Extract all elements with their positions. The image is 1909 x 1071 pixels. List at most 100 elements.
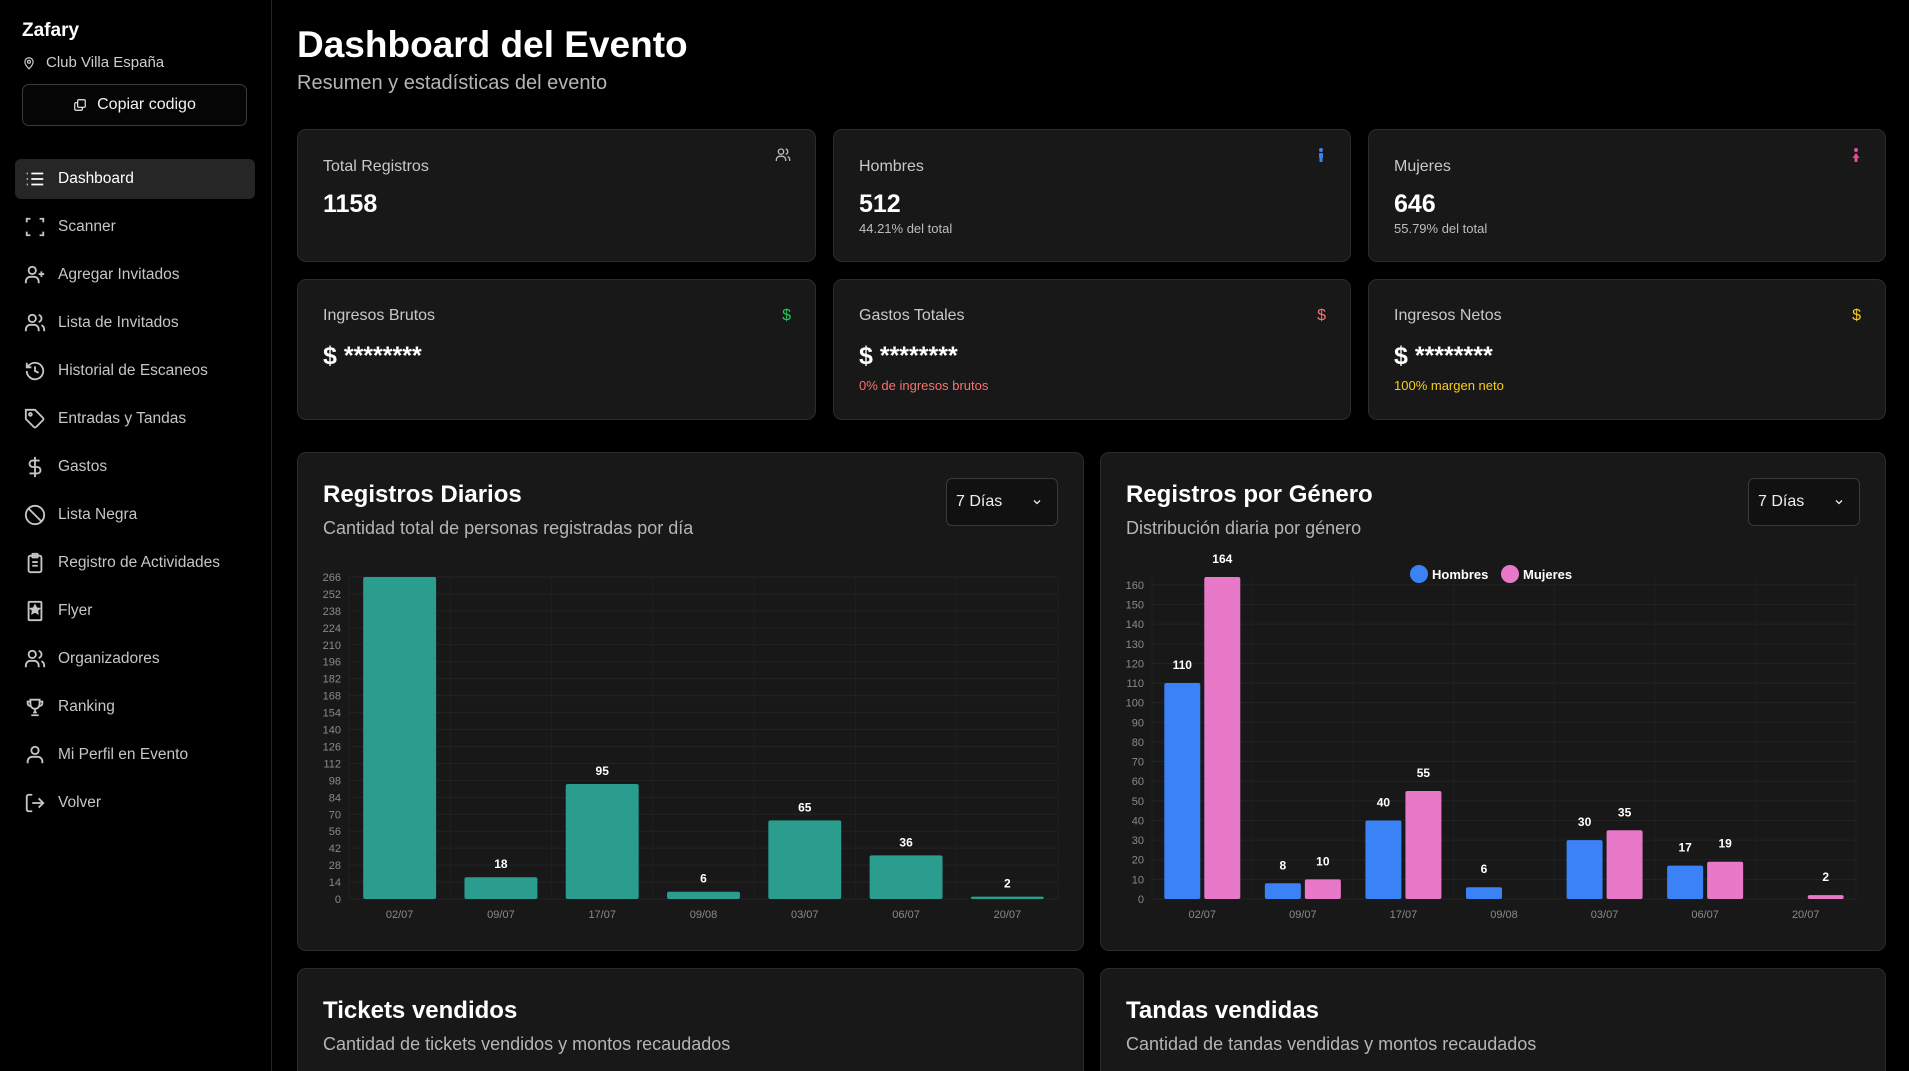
page-title: Dashboard del Evento xyxy=(297,24,688,65)
sidebar-item-mi-perfil[interactable]: Mi Perfil en Evento xyxy=(15,735,255,775)
sidebar-item-label: Lista de Invitados xyxy=(58,314,179,331)
y-tick-label: 84 xyxy=(329,792,341,804)
data-label: 8 xyxy=(1280,858,1287,872)
bar xyxy=(1304,879,1341,899)
x-tick-label: 20/07 xyxy=(1792,909,1820,921)
chevron-down-icon xyxy=(1835,500,1843,505)
panel-title: Registros Diarios xyxy=(323,481,522,508)
x-tick-label: 09/08 xyxy=(1490,909,1518,921)
legend-swatch xyxy=(1410,565,1428,583)
stat-percentage: 0% de ingresos brutos xyxy=(859,378,989,393)
select-value: 7 Días xyxy=(956,493,1003,510)
stat-value: $ ******** xyxy=(1394,342,1493,370)
list-icon xyxy=(26,172,44,186)
y-tick-label: 110 xyxy=(1126,678,1144,690)
data-label: 6 xyxy=(1481,862,1488,876)
sidebar-item-label: Historial de Escaneos xyxy=(58,362,208,379)
sidebar-item-historial[interactable]: Historial de Escaneos xyxy=(15,351,255,391)
sidebar-item-label: Registro de Actividades xyxy=(58,554,220,571)
stat-label: Mujeres xyxy=(1394,158,1451,175)
sidebar-item-entradas-tandas[interactable]: Entradas y Tandas xyxy=(15,399,255,439)
stat-card-ingresos-netos: Ingresos Netos $ ******** 100% margen ne… xyxy=(1368,279,1886,420)
stat-value: 512 xyxy=(859,190,901,218)
y-tick-label: 90 xyxy=(1132,717,1144,729)
data-label: 95 xyxy=(596,764,610,778)
data-label: 36 xyxy=(899,835,913,849)
sidebar-item-flyer[interactable]: Flyer xyxy=(15,591,255,631)
y-tick-label: 100 xyxy=(1126,698,1144,710)
bar xyxy=(1807,895,1844,899)
stat-card-gastos: Gastos Totales $ ******** 0% de ingresos… xyxy=(833,279,1351,420)
sidebar-item-organizadores[interactable]: Organizadores xyxy=(15,639,255,679)
sidebar-item-label: Volver xyxy=(58,794,102,811)
data-label: 2 xyxy=(1822,870,1829,884)
days-range-select[interactable]: 7 Días xyxy=(946,478,1058,526)
data-label: 18 xyxy=(494,857,508,871)
bar xyxy=(1566,840,1603,899)
data-label: 6 xyxy=(700,872,707,886)
stat-percentage: 44.21% del total xyxy=(859,221,953,236)
y-tick-label: 42 xyxy=(329,843,341,855)
bar xyxy=(1164,683,1201,899)
bar xyxy=(869,855,943,899)
x-tick-label: 09/07 xyxy=(1289,909,1317,921)
female-icon xyxy=(1852,148,1860,162)
y-tick-label: 0 xyxy=(1138,894,1144,906)
y-tick-label: 160 xyxy=(1126,580,1144,592)
stat-label: Ingresos Brutos xyxy=(323,307,436,324)
history-icon xyxy=(25,361,45,381)
sidebar: Zafary Club Villa España Copiar codigo D… xyxy=(0,0,272,1071)
y-tick-label: 126 xyxy=(323,741,341,753)
dollar-icon xyxy=(28,456,42,478)
sidebar-item-agregar-invitados[interactable]: Agregar Invitados xyxy=(15,255,255,295)
panel-title: Tandas vendidas xyxy=(1126,997,1319,1024)
sidebar-item-scanner[interactable]: Scanner xyxy=(15,207,255,247)
sidebar-item-ranking[interactable]: Ranking xyxy=(15,687,255,727)
location-label: Club Villa España xyxy=(46,54,165,71)
gender-registrations-panel: Registros por Género Distribución diaria… xyxy=(1100,452,1886,951)
y-tick-label: 40 xyxy=(1132,815,1144,827)
days-range-select[interactable]: 7 Días xyxy=(1748,478,1860,526)
panel-subtitle: Cantidad de tickets vendidos y montos re… xyxy=(323,1034,731,1054)
sidebar-item-lista-invitados[interactable]: Lista de Invitados xyxy=(15,303,255,343)
sidebar-item-lista-negra[interactable]: Lista Negra xyxy=(15,495,255,535)
sidebar-item-label: Agregar Invitados xyxy=(58,266,180,283)
y-tick-label: 70 xyxy=(1132,757,1144,769)
y-tick-label: 20 xyxy=(1132,855,1144,867)
sidebar-item-label: Entradas y Tandas xyxy=(58,410,187,427)
sidebar-item-label: Lista Negra xyxy=(58,506,138,523)
y-tick-label: 238 xyxy=(323,606,341,618)
data-label: 65 xyxy=(798,800,812,814)
event-location: Club Villa España xyxy=(22,54,164,71)
x-tick-label: 09/07 xyxy=(487,909,515,921)
daily-registrations-panel: Registros Diarios Cantidad total de pers… xyxy=(297,452,1084,951)
male-icon xyxy=(1319,148,1323,162)
sidebar-item-registro-actividades[interactable]: Registro de Actividades xyxy=(15,543,255,583)
sidebar-item-volver[interactable]: Volver xyxy=(15,783,255,823)
sidebar-item-dashboard[interactable]: Dashboard xyxy=(15,159,255,199)
stat-value: $ ******** xyxy=(323,342,422,370)
stat-percentage: 55.79% del total xyxy=(1394,221,1488,236)
y-tick-label: 196 xyxy=(323,657,341,669)
x-tick-label: 06/07 xyxy=(1691,909,1719,921)
panel-title: Tickets vendidos xyxy=(323,997,518,1024)
x-tick-label: 03/07 xyxy=(1591,909,1619,921)
y-tick-label: 112 xyxy=(323,758,341,770)
data-label: 2 xyxy=(1004,877,1011,891)
chevron-down-icon xyxy=(1033,500,1041,505)
sidebar-item-label: Ranking xyxy=(58,698,115,715)
copy-code-button[interactable]: Copiar codigo xyxy=(22,84,247,126)
tickets-sold-panel: Tickets vendidos Cantidad de tickets ven… xyxy=(297,968,1084,1071)
page-subtitle: Resumen y estadísticas del evento xyxy=(297,72,608,94)
legend-label: Mujeres xyxy=(1523,567,1572,582)
y-tick-label: 10 xyxy=(1132,874,1144,886)
y-tick-label: 150 xyxy=(1126,599,1144,611)
bar xyxy=(1606,830,1643,899)
y-tick-label: 60 xyxy=(1132,776,1144,788)
dollar-icon: $ xyxy=(782,307,791,324)
sidebar-item-gastos[interactable]: Gastos xyxy=(15,447,255,487)
y-tick-label: 210 xyxy=(323,640,341,652)
bar xyxy=(1707,861,1744,899)
stat-card-mujeres: Mujeres 646 55.79% del total xyxy=(1368,129,1886,262)
bar xyxy=(1204,577,1241,899)
